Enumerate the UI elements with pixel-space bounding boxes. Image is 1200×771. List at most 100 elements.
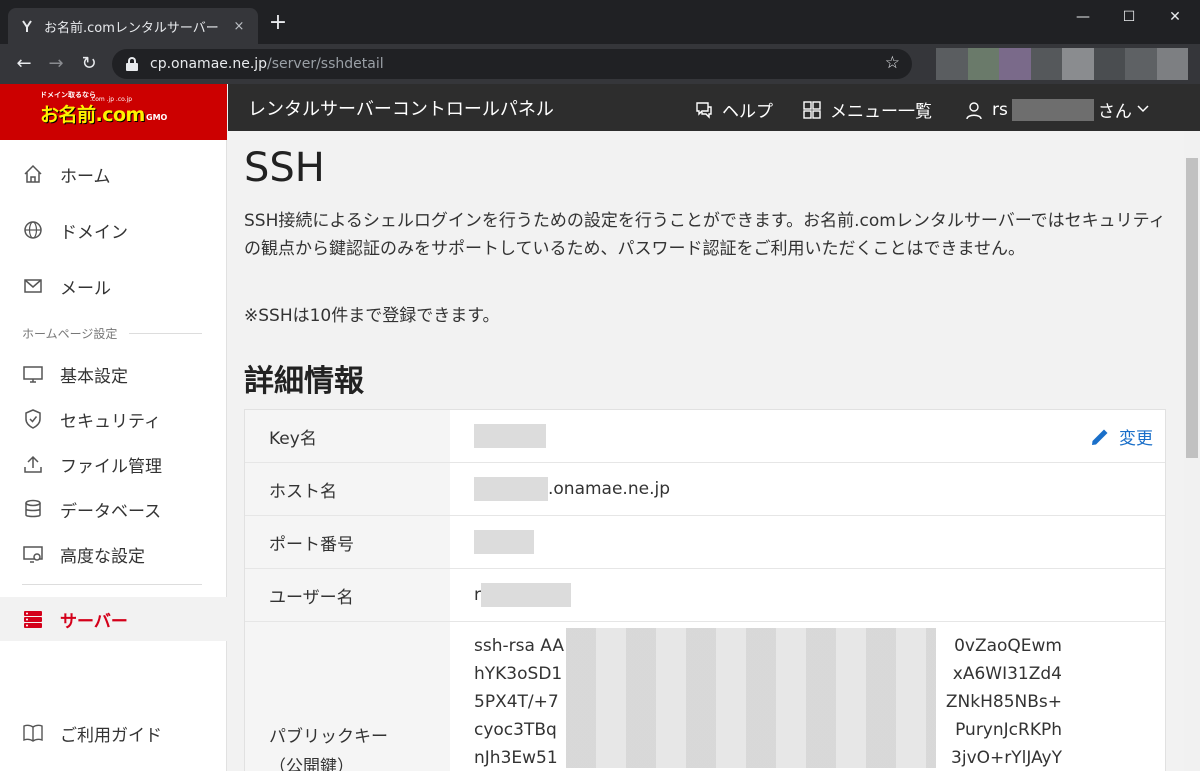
sidebar-item-file-manager[interactable]: ファイル管理 — [0, 442, 227, 486]
table-row-public-key: パブリックキー （公開鍵） ssh-rsa AA 0vZaoQEwm hYK3oS… — [245, 622, 1165, 771]
redacted-user-name — [481, 583, 571, 607]
help-link[interactable]: ヘルプ — [694, 97, 773, 122]
table-row-user-name: ユーザー名 r — [245, 569, 1165, 622]
sidebar-item-label: サーバー — [60, 611, 128, 632]
maximize-button[interactable]: ☐ — [1106, 4, 1152, 30]
minimize-button[interactable]: — — [1060, 4, 1106, 30]
reload-icon[interactable]: ↻ — [77, 52, 101, 76]
table-row-host-name: ホスト名 .onamae.ne.jp — [245, 463, 1165, 516]
sidebar-item-label: ファイル管理 — [60, 456, 162, 477]
chat-icon — [694, 100, 714, 120]
book-icon — [22, 722, 44, 744]
row-label: ユーザー名 — [245, 569, 450, 621]
user-icon — [964, 100, 984, 120]
sidebar-item-label: ホーム — [60, 166, 111, 187]
sidebar-item-home[interactable]: ホーム — [0, 152, 227, 196]
sidebar-item-mail[interactable]: メール — [0, 264, 227, 308]
sidebar-item-label: ご利用ガイド — [60, 725, 162, 746]
menu-list-link[interactable]: メニュー一覧 — [802, 97, 932, 122]
monitor-icon — [22, 363, 44, 385]
browser-toolbar: ← → ↻ cp.onamae.ne.jp /server/sshdetail … — [0, 44, 1200, 84]
panel-title: レンタルサーバーコントロールパネル — [248, 99, 554, 120]
row-label: Key名 — [245, 410, 450, 462]
shield-icon — [22, 408, 44, 430]
browser-tab[interactable]: お名前.comレンタルサーバー コントロー × — [8, 8, 258, 44]
database-icon — [22, 498, 44, 520]
sidebar-item-database[interactable]: データベース — [0, 487, 227, 531]
bookmark-star-icon[interactable]: ☆ — [885, 53, 900, 73]
user-suffix: さん — [1097, 102, 1132, 122]
host-value: .onamae.ne.jp — [548, 479, 670, 499]
sidebar-item-label: ドメイン — [60, 222, 128, 243]
url-path: /server/sshdetail — [267, 56, 384, 72]
logo-gmo: GMO — [146, 113, 168, 122]
tab-close-icon[interactable]: × — [230, 19, 248, 34]
user-menu[interactable]: rs さん — [964, 97, 1150, 122]
pencil-icon — [1089, 426, 1111, 448]
row-label-sub: （公開鍵） — [269, 757, 354, 771]
tab-title: お名前.comレンタルサーバー コントロー — [44, 20, 224, 36]
row-label: ホスト名 — [245, 463, 450, 515]
redacted-key-body — [566, 628, 936, 768]
page-description: SSH接続によるシェルログインを行うための設定を行うことができます。お名前.co… — [244, 211, 1166, 259]
mail-icon — [22, 275, 44, 297]
redacted-username — [1011, 98, 1094, 121]
ssh-detail-table: Key名 変更 ホスト名 .onamae.ne.jp ポート番号 ユーザー名 r… — [244, 409, 1166, 771]
new-tab-button[interactable]: + — [266, 12, 290, 36]
redacted-host-prefix — [474, 477, 548, 501]
sidebar-item-advanced-settings[interactable]: 高度な設定 — [0, 532, 227, 576]
extensions-area — [936, 48, 1188, 80]
server-icon — [22, 608, 44, 630]
sidebar-item-basic-settings[interactable]: 基本設定 — [0, 352, 227, 396]
grid-icon — [802, 100, 822, 120]
sidebar-item-server[interactable]: サーバー — [0, 597, 227, 641]
top-header: レンタルサーバーコントロールパネル ヘルプ メニュー一覧 rs さん — [228, 84, 1200, 131]
section-label: ホームページ設定 — [22, 327, 118, 341]
chevron-down-icon — [1136, 100, 1150, 120]
menu-label: メニュー一覧 — [830, 102, 932, 122]
public-key-text: ssh-rsa AA 0vZaoQEwm hYK3oSD1 xA6WI31Zd4 5… — [474, 622, 1165, 771]
main-content: SSH SSH接続によるシェルログインを行うための設定を行うことができます。お名… — [228, 131, 1184, 771]
edit-button[interactable]: 変更 — [1089, 424, 1153, 449]
sidebar-divider — [22, 584, 202, 585]
browser-tab-bar: お名前.comレンタルサーバー コントロー × + — ☐ ✕ — [0, 0, 1200, 44]
table-row-port: ポート番号 — [245, 516, 1165, 569]
redacted-port — [474, 530, 534, 554]
globe-icon — [22, 219, 44, 241]
settings-monitor-icon — [22, 543, 44, 565]
logo-tagline: ドメイン取るなら — [40, 91, 96, 99]
row-label: ポート番号 — [245, 516, 450, 568]
user-prefix: rs — [992, 99, 1008, 120]
user-value-prefix: r — [474, 585, 481, 605]
close-window-button[interactable]: ✕ — [1152, 4, 1198, 30]
sidebar-item-label: セキュリティ — [60, 411, 161, 432]
edit-label: 変更 — [1119, 429, 1153, 449]
logo-brand: お名前.com — [40, 104, 145, 126]
forward-arrow-icon[interactable]: → — [44, 52, 68, 76]
sidebar-item-domain[interactable]: ドメイン — [0, 208, 227, 252]
registration-note: ※SSHは10件まで登録できます。 — [244, 306, 500, 326]
upload-icon — [22, 453, 44, 475]
address-bar[interactable]: cp.onamae.ne.jp /server/sshdetail ☆ — [112, 49, 912, 79]
redacted-key-name — [474, 424, 546, 448]
sidebar-item-label: 基本設定 — [60, 366, 128, 387]
page-title: SSH — [244, 145, 325, 191]
back-arrow-icon[interactable]: ← — [12, 52, 36, 76]
section-title-details: 詳細情報 — [244, 364, 364, 399]
scrollbar-thumb[interactable] — [1186, 158, 1198, 458]
onamae-logo[interactable]: ドメイン取るなら .com .jp .co.jp お名前.com GMO — [0, 84, 227, 140]
sidebar-item-label: データベース — [60, 501, 162, 522]
sidebar-item-security[interactable]: セキュリティ — [0, 397, 227, 441]
row-label: パブリックキー — [269, 727, 388, 747]
sidebar-item-label: メール — [60, 278, 111, 299]
sidebar-item-label: 高度な設定 — [60, 546, 145, 567]
lock-icon — [126, 57, 138, 71]
table-row-key-name: Key名 変更 — [245, 410, 1165, 463]
url-host: cp.onamae.ne.jp — [150, 56, 268, 72]
sidebar: ドメイン取るなら .com .jp .co.jp お名前.com GMO ホーム… — [0, 84, 227, 771]
sidebar-item-guide[interactable]: ご利用ガイド — [0, 711, 227, 755]
site-favicon-icon — [18, 17, 36, 35]
home-icon — [22, 163, 44, 185]
section-homepage-settings: ホームページ設定 — [22, 325, 202, 342]
help-label: ヘルプ — [722, 102, 773, 122]
